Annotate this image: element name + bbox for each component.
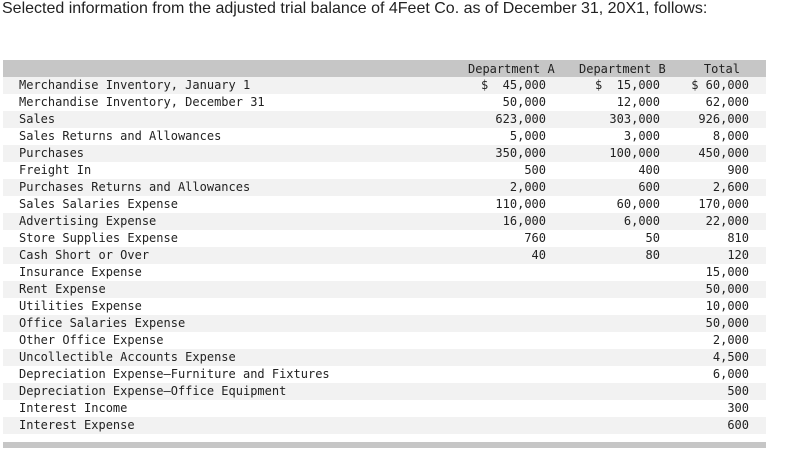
row-label: Depreciation Expense—Furniture and Fixtu… [19, 367, 330, 381]
department-a-value: 350,000 [495, 146, 546, 160]
table-row: Store Supplies Expense 760 50 810 [3, 230, 766, 247]
department-a-value: 760 [524, 231, 546, 245]
department-a-value: 16,000 [502, 214, 546, 228]
department-b-value: 60,000 [616, 197, 660, 211]
table-row: Insurance Expense 15,000 [3, 264, 766, 281]
total-value: 300 [727, 401, 749, 415]
department-b-value: 50 [645, 231, 660, 245]
department-b-value: 12,000 [616, 95, 660, 109]
row-label: Other Office Expense [19, 333, 164, 347]
table-bottom-border [3, 442, 766, 448]
row-label: Sales [19, 112, 56, 126]
department-a-value: 5,000 [509, 129, 546, 143]
row-label: Interest Expense [19, 418, 135, 432]
table-row: Uncollectible Accounts Expense 4,500 [3, 349, 766, 366]
table-row: Cash Short or Over 40 80 120 [3, 247, 766, 264]
department-b-value: 3,000 [623, 129, 660, 143]
header-department-b: Department B [579, 62, 666, 76]
total-value: 50,000 [705, 282, 749, 296]
department-a-value: 40 [531, 248, 546, 262]
total-value: 810 [727, 231, 749, 245]
trial-balance-table: Department A Department B Total Merchand… [3, 60, 766, 450]
table-row: Rent Expense 50,000 [3, 281, 766, 298]
row-label: Merchandise Inventory, January 1 [19, 78, 251, 92]
table-body: Merchandise Inventory, January 1 $ 45,000… [3, 77, 766, 434]
header-department-a: Department A [468, 62, 555, 76]
department-a-value: 623,000 [495, 112, 546, 126]
department-b-value: 600 [638, 180, 660, 194]
total-value: 120 [727, 248, 749, 262]
total-value: 8,000 [712, 129, 749, 143]
table-row: Interest Income 300 [3, 400, 766, 417]
table-row: Merchandise Inventory, December 31 50,000… [3, 94, 766, 111]
department-b-value: 6,000 [623, 214, 660, 228]
row-label: Purchases Returns and Allowances [19, 180, 251, 194]
total-value: 900 [727, 163, 749, 177]
row-label: Interest Income [19, 401, 128, 415]
department-b-value: 400 [638, 163, 660, 177]
row-label: Insurance Expense [19, 265, 142, 279]
table-row: Utilities Expense 10,000 [3, 298, 766, 315]
total-value: 50,000 [705, 316, 749, 330]
total-value: 2,600 [712, 180, 749, 194]
department-b-value: 80 [645, 248, 660, 262]
row-label: Advertising Expense [19, 214, 157, 228]
row-label: Sales Returns and Allowances [19, 129, 222, 143]
total-value: 926,000 [698, 112, 749, 126]
table-row: Interest Expense 600 [3, 417, 766, 434]
total-value: 600 [727, 418, 749, 432]
table-row: Other Office Expense 2,000 [3, 332, 766, 349]
total-value: 170,000 [698, 197, 749, 211]
total-value: 6,000 [712, 367, 749, 381]
row-label: Rent Expense [19, 282, 106, 296]
table-row: Purchases 350,000 100,000 450,000 [3, 145, 766, 162]
total-value: 450,000 [698, 146, 749, 160]
table-row: Sales Salaries Expense 110,000 60,000 170,0… [3, 196, 766, 213]
department-b-value: $ 15,000 [594, 78, 660, 92]
table-row: Depreciation Expense—Furniture and Fixtu… [3, 366, 766, 383]
department-b-value: 100,000 [609, 146, 660, 160]
table-row: Sales Returns and Allowances 5,000 3,000 8,… [3, 128, 766, 145]
total-value: 4,500 [712, 350, 749, 364]
total-value: 62,000 [705, 95, 749, 109]
table-row: Office Salaries Expense 50,000 [3, 315, 766, 332]
row-label: Store Supplies Expense [19, 231, 178, 245]
total-value: 500 [727, 384, 749, 398]
table-row: Sales 623,000 303,000 926,000 [3, 111, 766, 128]
table-row: Advertising Expense 16,000 6,000 22,000 [3, 213, 766, 230]
department-b-value: 303,000 [609, 112, 660, 126]
row-label: Freight In [19, 163, 92, 177]
row-label: Merchandise Inventory, December 31 [19, 95, 265, 109]
table-row: Freight In 500 400 900 [3, 162, 766, 179]
row-label: Cash Short or Over [19, 248, 150, 262]
department-a-value: 50,000 [502, 95, 546, 109]
row-label: Sales Salaries Expense [19, 197, 178, 211]
department-a-value: $ 45,000 [480, 78, 546, 92]
table-row: Depreciation Expense—Office Equipment 500 [3, 383, 766, 400]
department-a-value: 2,000 [509, 180, 546, 194]
table-header-row: Department A Department B Total [3, 60, 766, 77]
total-value: 2,000 [712, 333, 749, 347]
row-label: Utilities Expense [19, 299, 142, 313]
table-row: Merchandise Inventory, January 1 $ 45,000… [3, 77, 766, 94]
row-label: Depreciation Expense—Office Equipment [19, 384, 287, 398]
total-value: 10,000 [705, 299, 749, 313]
row-label: Purchases [19, 146, 85, 160]
department-a-value: 110,000 [495, 197, 546, 211]
row-label: Uncollectible Accounts Expense [19, 350, 236, 364]
department-a-value: 500 [524, 163, 546, 177]
total-value: 22,000 [705, 214, 749, 228]
intro-text: Selected information from the adjusted t… [2, 0, 708, 17]
total-value: $ 60,000 [691, 78, 749, 92]
header-total: Total [703, 62, 740, 76]
row-label: Office Salaries Expense [19, 316, 186, 330]
table-row: Purchases Returns and Allowances 2,000 600… [3, 179, 766, 196]
total-value: 15,000 [705, 265, 749, 279]
